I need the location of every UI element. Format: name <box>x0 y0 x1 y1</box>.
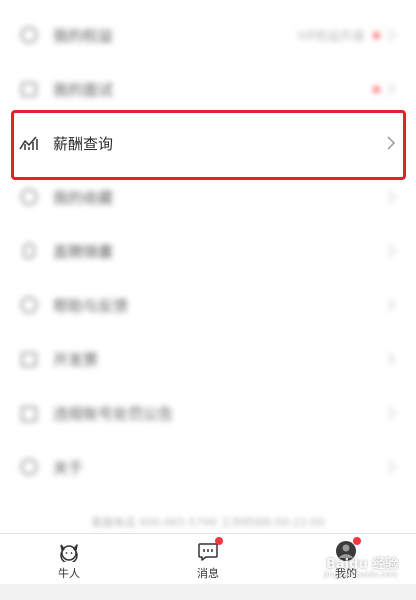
notification-badge <box>353 537 361 545</box>
menu-item-label: 帮助与反馈 <box>53 296 129 315</box>
menu-item-label: 直聘锦囊 <box>53 242 114 261</box>
menu-item-label: 我的收藏 <box>53 188 114 207</box>
screen: 我的权益 VIP权益开通 我的面试 薪酬查询 我的收藏 直聘锦囊 帮助与反馈 开… <box>0 0 416 600</box>
circle-icon <box>19 25 39 45</box>
chat-icon <box>19 187 39 207</box>
bag-icon <box>19 79 39 99</box>
chevron-right-icon <box>387 82 396 96</box>
menu-item-label: 我的面试 <box>53 80 114 99</box>
menu-item-label: 薪酬查询 <box>53 134 114 153</box>
chevron-right-icon <box>387 136 396 150</box>
menu-item-violation-notice[interactable]: 违规账号处罚公告 <box>0 386 416 440</box>
menu-item-rights[interactable]: 我的权益 VIP权益开通 <box>0 8 416 62</box>
chevron-right-icon <box>387 28 396 42</box>
tab-label: 消息 <box>197 567 219 580</box>
tab-label: 牛人 <box>58 567 80 580</box>
menu-item-favorites[interactable]: 我的收藏 <box>0 170 416 224</box>
hand-icon <box>19 241 39 261</box>
customer-service-note: 客服电话 400-065-5799 工作时间8:00-22:00 <box>91 516 325 529</box>
chevron-right-icon <box>387 190 396 204</box>
chevron-right-icon <box>387 460 396 474</box>
unread-badge <box>215 537 223 545</box>
cat-face-icon <box>60 544 78 562</box>
menu-item-help[interactable]: 帮助与反馈 <box>0 278 416 332</box>
tab-mine[interactable]: 我的 <box>306 534 386 584</box>
chart-line-icon <box>19 133 39 153</box>
menu-item-tips[interactable]: 直聘锦囊 <box>0 224 416 278</box>
help-icon <box>19 295 39 315</box>
red-dot-badge <box>373 31 380 39</box>
calendar-icon <box>19 349 39 369</box>
menu-item-right-text: VIP权益开通 <box>297 28 364 43</box>
menu-item-about[interactable]: 关于 <box>0 440 416 494</box>
tab-messages[interactable]: 消息 <box>168 534 248 584</box>
menu-item-label: 关于 <box>53 458 84 477</box>
info-icon <box>19 457 39 477</box>
red-dot-badge <box>373 85 380 93</box>
tab-talent[interactable]: 牛人 <box>29 534 109 584</box>
chevron-right-icon <box>387 244 396 258</box>
menu-item-label: 违规账号处罚公告 <box>53 404 174 423</box>
chevron-right-icon <box>387 298 396 312</box>
clipboard-icon <box>19 403 39 423</box>
menu-item-salary-query[interactable]: 薪酬查询 <box>0 116 416 170</box>
menu-item-label: 开发票 <box>53 350 99 369</box>
menu-item-interviews[interactable]: 我的面试 <box>0 62 416 116</box>
bottom-tab-bar: 牛人 消息 我的 <box>0 533 416 584</box>
menu-item-label: 我的权益 <box>53 26 114 45</box>
chevron-right-icon <box>387 406 396 420</box>
bottom-strip <box>0 584 416 600</box>
menu-item-invoice[interactable]: 开发票 <box>0 332 416 386</box>
chevron-right-icon <box>387 352 396 366</box>
tab-label: 我的 <box>335 567 357 580</box>
